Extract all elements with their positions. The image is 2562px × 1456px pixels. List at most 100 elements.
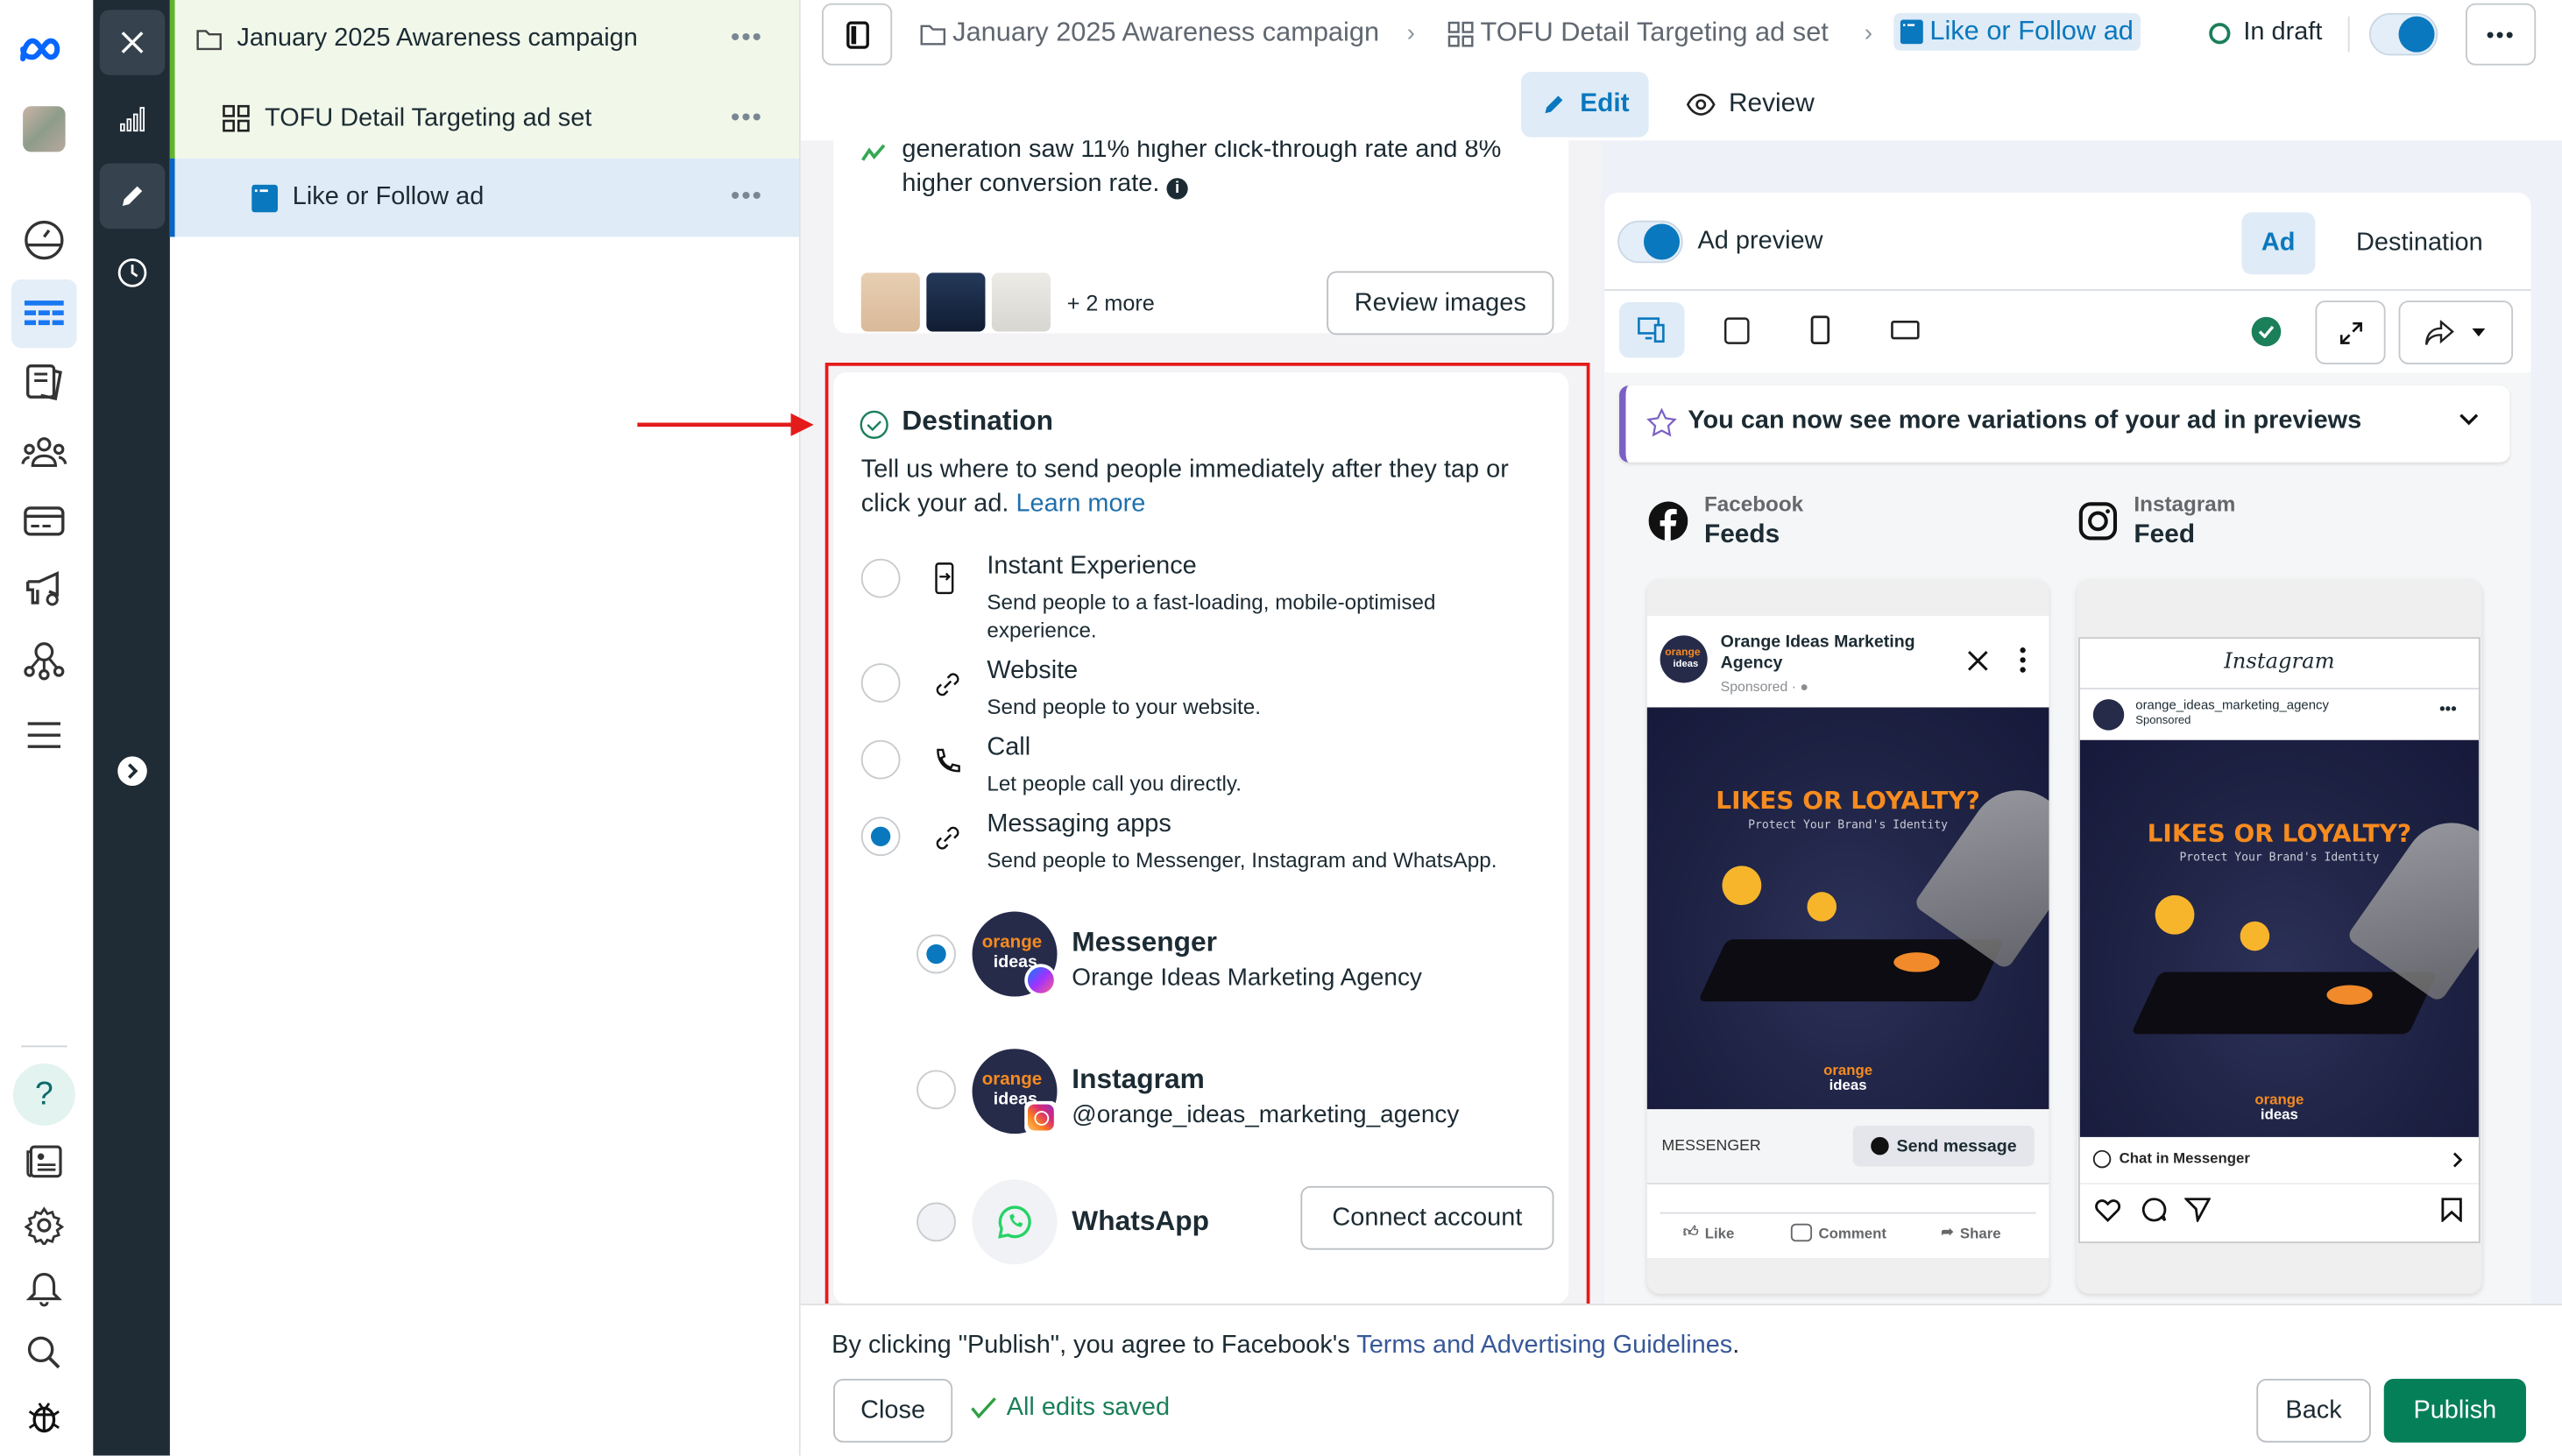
generated-image-thumbnails[interactable]: + 2 more xyxy=(860,272,1155,332)
radio-website[interactable] xyxy=(860,663,901,703)
performance-chart-icon[interactable] xyxy=(100,87,166,152)
all-tools-menu-icon[interactable] xyxy=(13,704,75,767)
folder-icon xyxy=(196,30,222,51)
ads-manager-icon[interactable] xyxy=(11,279,77,349)
close-icon[interactable] xyxy=(1967,650,1988,671)
breadcrumb-campaign-label: January 2025 Awareness campaign xyxy=(952,18,1380,48)
review-label: Review xyxy=(1728,89,1815,118)
info-icon[interactable]: i xyxy=(1166,178,1188,200)
breadcrumb-adset[interactable]: TOFU Detail Targeting ad set xyxy=(1447,18,1829,49)
publish-button[interactable]: Publish xyxy=(2383,1378,2526,1443)
toggle-panel-button[interactable] xyxy=(821,3,893,66)
expand-preview-button[interactable] xyxy=(2315,300,2386,364)
learn-more-link[interactable]: Learn more xyxy=(1016,490,1145,518)
ig-chat-in-messenger-cta[interactable]: Chat in Messenger xyxy=(2079,1137,2479,1184)
thumbnail-image[interactable] xyxy=(860,272,920,332)
news-icon[interactable] xyxy=(13,1130,75,1192)
ig-more-icon[interactable]: ••• xyxy=(2439,701,2457,719)
ad-icon xyxy=(1900,19,1923,45)
radio-instagram[interactable] xyxy=(917,1070,956,1110)
back-button[interactable]: Back xyxy=(2256,1378,2371,1443)
radio-whatsapp[interactable] xyxy=(917,1202,956,1242)
search-icon[interactable] xyxy=(13,1322,75,1384)
status-badge: In draft xyxy=(2209,18,2322,48)
more-vertical-icon[interactable] xyxy=(2020,647,2026,673)
comment-bubble-icon[interactable] xyxy=(2141,1198,2167,1222)
fb-ad-creative-image[interactable]: LIKES OR LOYALTY? Protect Your Brand's I… xyxy=(1646,707,2049,1110)
tree-item-campaign[interactable]: January 2025 Awareness campaign ••• xyxy=(169,0,799,79)
notifications-bell-icon[interactable] xyxy=(13,1258,75,1320)
heart-icon[interactable] xyxy=(2095,1198,2121,1222)
radio-instant-experience[interactable] xyxy=(860,558,901,598)
ig-ad-creative-image[interactable]: LIKES OR LOYALTY? Protect Your Brand's I… xyxy=(2079,739,2479,1137)
radio-messenger[interactable] xyxy=(917,934,956,974)
variations-banner-text: You can now see more variations of your … xyxy=(1688,406,2362,435)
review-mode-tab[interactable]: Review xyxy=(1667,72,1834,138)
share-icon xyxy=(2425,319,2454,344)
terms-link[interactable]: Terms and Advertising Guidelines xyxy=(1356,1332,1732,1360)
breadcrumb-campaign[interactable]: January 2025 Awareness campaign xyxy=(920,18,1379,49)
preview-tab-ad[interactable]: Ad xyxy=(2241,212,2315,275)
report-bug-icon[interactable] xyxy=(13,1385,75,1447)
meta-logo-icon[interactable] xyxy=(13,19,75,81)
expand-sidebar-button[interactable] xyxy=(117,756,147,786)
globe-icon: ● xyxy=(1800,677,1808,695)
bookmark-icon[interactable] xyxy=(2441,1198,2462,1222)
account-avatar[interactable] xyxy=(13,98,75,160)
breadcrumb-ad-label: Like or Follow ad xyxy=(1929,16,2134,46)
ad-more-icon[interactable]: ••• xyxy=(731,183,763,213)
tree-item-ad[interactable]: Like or Follow ad ••• xyxy=(169,158,799,237)
more-options-button[interactable]: ••• xyxy=(2465,3,2537,66)
settings-gear-icon[interactable] xyxy=(13,1194,75,1256)
connect-whatsapp-button[interactable]: Connect account xyxy=(1300,1185,1554,1250)
fb-like-action[interactable]: 👍︎ Like xyxy=(1683,1224,1735,1242)
tree-item-adset[interactable]: TOFU Detail Targeting ad set ••• xyxy=(169,78,799,159)
chevron-right-icon xyxy=(2452,1152,2463,1168)
share-preview-button[interactable] xyxy=(2398,300,2514,364)
ad-preview-toggle[interactable] xyxy=(1617,220,1683,264)
pages-icon[interactable] xyxy=(13,351,75,413)
radio-call[interactable] xyxy=(860,739,901,780)
review-images-button[interactable]: Review images xyxy=(1327,271,1554,336)
fb-comment-action[interactable]: Comment xyxy=(1790,1223,1886,1242)
chat-in-messenger-label: Chat in Messenger xyxy=(2119,1149,2250,1167)
variations-banner[interactable]: You can now see more variations of your … xyxy=(1619,385,2510,463)
send-message-button[interactable]: Send message xyxy=(1852,1125,2035,1167)
radio-messaging-apps[interactable] xyxy=(860,816,901,857)
send-paper-plane-icon[interactable] xyxy=(2184,1198,2212,1222)
audiences-icon[interactable] xyxy=(13,421,75,484)
eye-icon xyxy=(1686,93,1716,116)
breadcrumb-ad[interactable]: Like or Follow ad xyxy=(1893,12,2141,51)
fb-share-action[interactable]: ➦ Share xyxy=(1941,1224,2000,1242)
history-clock-icon[interactable] xyxy=(100,240,166,306)
editor-form-column[interactable]: In our experiment, campaigns with all ad… xyxy=(800,140,1602,1304)
facebook-platform-label: Facebook xyxy=(1703,491,1804,517)
cta-destination-label: MESSENGER xyxy=(1661,1136,1761,1156)
all-placements-device-button[interactable] xyxy=(1619,301,1685,358)
ad-on-off-toggle[interactable] xyxy=(2368,12,2438,56)
sad-emoji xyxy=(1807,892,1837,922)
square-format-button[interactable] xyxy=(1704,302,1770,357)
close-editor-button[interactable] xyxy=(99,10,166,75)
status-label: In draft xyxy=(2243,18,2323,46)
vertical-format-button[interactable] xyxy=(1787,302,1853,357)
landscape-format-button[interactable] xyxy=(1872,302,1938,357)
dashboard-icon[interactable] xyxy=(13,209,75,272)
facebook-feed-preview[interactable]: orange ideas Orange Ideas Marketing Agen… xyxy=(1646,580,2049,1294)
edit-pencil-button[interactable] xyxy=(99,163,166,230)
billing-icon[interactable] xyxy=(13,490,75,552)
help-icon[interactable]: ? xyxy=(12,1063,75,1126)
campaign-more-icon[interactable]: ••• xyxy=(731,25,763,54)
save-status: All edits saved xyxy=(971,1394,1170,1424)
instagram-feed-preview[interactable]: Instagram orange_ideas_marketing_agency … xyxy=(2077,580,2482,1294)
folder-icon xyxy=(920,24,946,45)
ad-settings-megaphone-icon[interactable] xyxy=(13,559,75,621)
thumbnail-image[interactable] xyxy=(926,272,986,332)
thumbnail-image[interactable] xyxy=(991,272,1051,332)
close-button[interactable]: Close xyxy=(833,1378,953,1443)
vertical-format-icon xyxy=(1810,315,1830,345)
preview-tab-destination[interactable]: Destination xyxy=(2337,212,2502,274)
business-integrations-icon[interactable] xyxy=(13,629,75,691)
edit-mode-tab[interactable]: Edit xyxy=(1521,72,1649,138)
adset-more-icon[interactable]: ••• xyxy=(731,103,763,133)
